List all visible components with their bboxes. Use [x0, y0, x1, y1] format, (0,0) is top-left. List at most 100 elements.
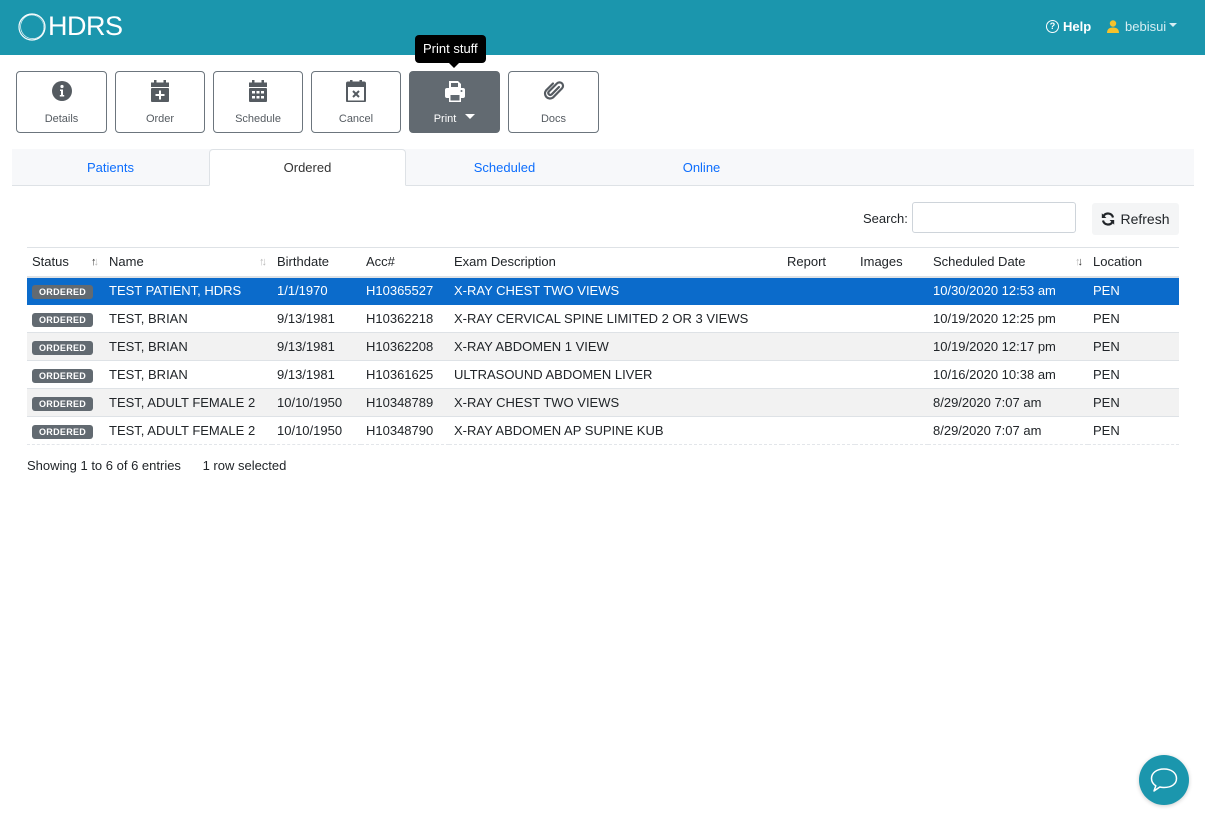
- status-badge: ORDERED: [32, 312, 94, 327]
- logo-text: HDRS: [48, 11, 123, 41]
- cell-images: [855, 360, 928, 389]
- cell-scheduled: 10/30/2020 12:53 am: [928, 276, 1088, 305]
- cell-birthdate: 9/13/1981: [272, 332, 361, 361]
- printer-icon: [444, 80, 466, 102]
- cell-acc: H10348790: [361, 416, 449, 445]
- cell-exam: X-RAY ABDOMEN AP SUPINE KUB: [449, 416, 782, 445]
- order-label: Order: [145, 113, 175, 125]
- tab-ordered[interactable]: Ordered: [209, 149, 406, 186]
- cell-location: PEN: [1088, 416, 1179, 445]
- status-badge: ORDERED: [32, 424, 94, 439]
- column-header-birthdate[interactable]: Birthdate: [272, 247, 361, 278]
- cell-exam: X-RAY CHEST TWO VIEWS: [449, 276, 782, 305]
- cell-status: ORDERED: [27, 360, 104, 389]
- user-menu[interactable]: bebisui: [1107, 19, 1178, 34]
- column-header-status[interactable]: Status ↑↓: [27, 247, 104, 278]
- cell-scheduled: 10/19/2020 12:25 pm: [928, 304, 1088, 333]
- sort-asc-icon: ↑↓: [91, 256, 99, 268]
- docs-label: Docs: [540, 113, 567, 125]
- print-label: Print: [433, 113, 457, 125]
- cell-name: TEST PATIENT, HDRS: [104, 276, 272, 305]
- status-badge: ORDERED: [32, 284, 94, 299]
- table-header-row: Status ↑↓ Name ↑↓ Birthdate Acc# Exam Desc…: [27, 247, 1179, 278]
- cell-status: ORDERED: [27, 388, 104, 417]
- cell-name: TEST, BRIAN: [104, 304, 272, 333]
- table-row[interactable]: ORDERED TEST, BRIAN 9/13/1981 H10362208 X-RA…: [27, 332, 1179, 361]
- cancel-label: Cancel: [338, 113, 374, 125]
- calendar-icon: [247, 80, 269, 102]
- hdrs-logo[interactable]: HDRS: [17, 11, 123, 42]
- sort-icon: ↑↓: [259, 256, 267, 268]
- column-header-location[interactable]: Location: [1088, 247, 1179, 278]
- cell-scheduled: 8/29/2020 7:07 am: [928, 416, 1088, 445]
- cell-acc: H10362218: [361, 304, 449, 333]
- cell-name: TEST, ADULT FEMALE 2: [104, 388, 272, 417]
- help-label: Help: [1063, 19, 1092, 34]
- column-header-acc[interactable]: Acc#: [361, 247, 449, 278]
- column-header-images[interactable]: Images: [855, 247, 928, 278]
- tab-scheduled[interactable]: Scheduled: [406, 149, 603, 186]
- cell-location: PEN: [1088, 276, 1179, 305]
- cell-location: PEN: [1088, 360, 1179, 389]
- refresh-label: Refresh: [1120, 211, 1170, 227]
- cell-location: PEN: [1088, 388, 1179, 417]
- refresh-icon: [1102, 212, 1115, 226]
- help-link[interactable]: ? Help: [1046, 19, 1091, 34]
- cell-images: [855, 304, 928, 333]
- cell-status: ORDERED: [27, 276, 104, 305]
- cell-images: [855, 276, 928, 305]
- info-circle-icon: [51, 80, 73, 102]
- print-tooltip: Print stuff: [415, 35, 486, 68]
- print-button[interactable]: Print: [409, 71, 500, 133]
- column-header-name[interactable]: Name ↑↓: [104, 247, 272, 278]
- chat-button[interactable]: [1139, 755, 1189, 805]
- caret-down-icon: [465, 113, 476, 119]
- cell-name: TEST, ADULT FEMALE 2: [104, 416, 272, 445]
- calendar-x-icon: [345, 80, 367, 102]
- tab-patients[interactable]: Patients: [12, 149, 209, 186]
- cell-scheduled: 10/19/2020 12:17 pm: [928, 332, 1088, 361]
- schedule-button[interactable]: Schedule: [213, 71, 303, 133]
- search-input[interactable]: [912, 202, 1076, 233]
- cell-acc: H10348789: [361, 388, 449, 417]
- table-row[interactable]: ORDERED TEST, ADULT FEMALE 2 10/10/1950 H10…: [27, 388, 1179, 417]
- logo-ring-icon: [18, 12, 46, 41]
- column-header-exam[interactable]: Exam Description: [449, 247, 782, 278]
- cell-location: PEN: [1088, 332, 1179, 361]
- status-badge: ORDERED: [32, 340, 94, 355]
- table-row[interactable]: ORDERED TEST, BRIAN 9/13/1981 H10362218 X-RA…: [27, 304, 1179, 333]
- cell-exam: X-RAY CHEST TWO VIEWS: [449, 388, 782, 417]
- table-row[interactable]: ORDERED TEST PATIENT, HDRS 1/1/1970 H103655…: [27, 276, 1179, 305]
- cell-report: [782, 332, 855, 361]
- column-header-report[interactable]: Report: [782, 247, 855, 278]
- table-row[interactable]: ORDERED TEST, BRIAN 9/13/1981 H10361625 ULTR…: [27, 360, 1179, 389]
- cell-acc: H10362208: [361, 332, 449, 361]
- docs-button[interactable]: Docs: [508, 71, 599, 133]
- sort-desc-icon: ↑↓: [1075, 256, 1083, 268]
- cell-exam: X-RAY CERVICAL SPINE LIMITED 2 OR 3 VIEW…: [449, 304, 782, 333]
- details-button[interactable]: Details: [16, 71, 107, 133]
- refresh-button[interactable]: Refresh: [1092, 203, 1179, 235]
- schedule-label: Schedule: [235, 113, 281, 125]
- cell-report: [782, 276, 855, 305]
- entries-count: Showing 1 to 6 of 6 entries: [27, 458, 181, 473]
- search-label: Search:: [863, 211, 908, 226]
- action-toolbar: Details Order Schedule Cancel Print Docs: [16, 71, 607, 133]
- table-info: Showing 1 to 6 of 6 entries 1 row select…: [27, 458, 304, 473]
- cell-report: [782, 304, 855, 333]
- user-name: bebisui: [1125, 19, 1167, 34]
- user-icon: [1107, 20, 1119, 33]
- order-button[interactable]: Order: [115, 71, 205, 133]
- cell-acc: H10361625: [361, 360, 449, 389]
- cell-report: [782, 388, 855, 417]
- cell-birthdate: 10/10/1950: [272, 416, 361, 445]
- cancel-button[interactable]: Cancel: [311, 71, 401, 133]
- cell-name: TEST, BRIAN: [104, 360, 272, 389]
- cell-birthdate: 9/13/1981: [272, 304, 361, 333]
- cell-status: ORDERED: [27, 304, 104, 333]
- table-row[interactable]: ORDERED TEST, ADULT FEMALE 2 10/10/1950 H10…: [27, 416, 1179, 445]
- tab-online[interactable]: Online: [603, 149, 800, 186]
- cell-status: ORDERED: [27, 416, 104, 445]
- column-header-scheduled-date[interactable]: Scheduled Date ↑↓: [928, 247, 1088, 278]
- cell-status: ORDERED: [27, 332, 104, 361]
